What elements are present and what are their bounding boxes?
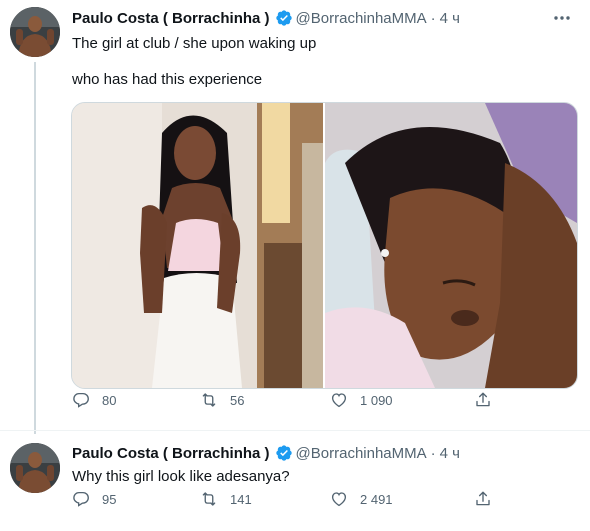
reply-button[interactable]: 80: [72, 391, 116, 409]
author-name[interactable]: Paulo Costa ( Borrachinha ): [72, 10, 270, 27]
media-photo[interactable]: [72, 103, 323, 388]
author-handle[interactable]: @BorrachinhaMMA: [296, 10, 427, 27]
tweet-text: The girl at club / she upon waking up: [72, 35, 317, 52]
media-photo[interactable]: [325, 103, 577, 388]
like-icon: [331, 492, 347, 507]
retweet-button[interactable]: 141: [200, 490, 252, 508]
reply-count: 95: [102, 491, 117, 507]
tweet[interactable]: Paulo Costa ( Borrachinha ) @Borrachinha…: [0, 430, 590, 531]
more-icon[interactable]: [552, 8, 572, 28]
reply-icon: [73, 392, 89, 408]
retweet-icon: [202, 393, 216, 407]
retweet-icon: [202, 492, 216, 506]
retweet-count: 56: [230, 392, 245, 408]
avatar-photo: [10, 7, 60, 57]
avatar[interactable]: [10, 7, 60, 57]
tweet[interactable]: Paulo Costa ( Borrachinha ) @Borrachinha…: [0, 0, 590, 430]
author-name[interactable]: Paulo Costa ( Borrachinha ): [72, 445, 270, 462]
timestamp[interactable]: 4 ч: [440, 445, 460, 462]
like-button[interactable]: 1 090: [330, 391, 393, 409]
avatar-photo: [10, 443, 60, 493]
share-button[interactable]: [474, 391, 504, 409]
retweet-button[interactable]: 56: [200, 391, 244, 409]
like-button[interactable]: 2 491: [330, 490, 393, 508]
like-icon: [331, 393, 347, 408]
header-separator: ·: [430, 444, 436, 462]
header-separator: ·: [430, 9, 436, 27]
reply-count: 80: [102, 392, 117, 408]
share-button[interactable]: [474, 490, 504, 508]
verified-badge-icon: [275, 444, 293, 462]
like-count: 2 491: [360, 491, 393, 507]
avatar[interactable]: [10, 443, 60, 493]
verified-badge-icon: [275, 9, 293, 27]
timestamp[interactable]: 4 ч: [440, 10, 460, 27]
tweet-text: who has had this experience: [72, 71, 263, 88]
share-icon: [476, 392, 490, 407]
tweet-header: Paulo Costa ( Borrachinha ) @Borrachinha…: [72, 444, 460, 462]
tweet-media[interactable]: [71, 102, 578, 389]
reply-icon: [73, 491, 89, 507]
like-count: 1 090: [360, 392, 393, 408]
tweet-text: Why this girl look like adesanya?: [72, 468, 290, 485]
retweet-count: 141: [230, 491, 252, 507]
tweet-header: Paulo Costa ( Borrachinha ) @Borrachinha…: [72, 9, 460, 27]
share-icon: [476, 491, 490, 506]
reply-button[interactable]: 95: [72, 490, 116, 508]
author-handle[interactable]: @BorrachinhaMMA: [296, 445, 427, 462]
